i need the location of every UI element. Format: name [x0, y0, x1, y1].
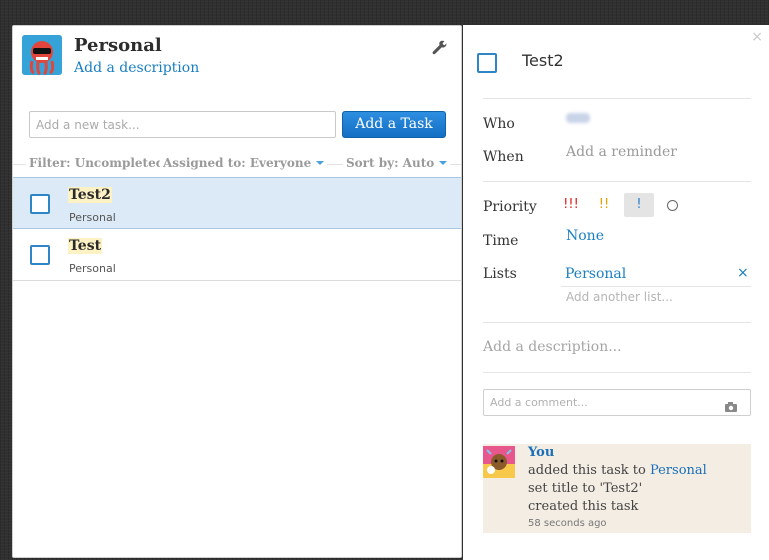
- lists-label: Lists: [483, 266, 517, 282]
- list-avatar: [22, 35, 62, 75]
- chevron-down-icon: [439, 161, 448, 165]
- assignee-value[interactable]: [566, 113, 590, 123]
- list-title: Personal: [74, 35, 162, 56]
- detail-checkbox[interactable]: [477, 53, 497, 73]
- sort-label: Sort by: Auto: [346, 156, 435, 170]
- assigned-label: Assigned to: Everyone: [163, 156, 312, 170]
- divider: [483, 98, 751, 99]
- chevron-down-icon: [316, 161, 325, 165]
- who-label: Who: [483, 116, 515, 132]
- activity-user[interactable]: You: [528, 445, 554, 460]
- time-value[interactable]: None: [566, 228, 604, 244]
- priority-none-icon[interactable]: [667, 200, 678, 211]
- divider: [561, 286, 751, 287]
- divider: [483, 181, 751, 182]
- divider: [483, 322, 751, 323]
- activity-line-added: added this task to Personal: [528, 463, 707, 478]
- task-list-panel: Personal Add a description Add a Task Fi…: [12, 25, 462, 558]
- wrench-icon[interactable]: [431, 39, 447, 55]
- new-task-input[interactable]: [29, 111, 336, 138]
- priority-medium[interactable]: !!: [593, 193, 615, 217]
- divider: [483, 372, 751, 373]
- close-icon[interactable]: ×: [751, 29, 763, 45]
- detail-title[interactable]: Test2: [522, 51, 564, 70]
- add-task-button[interactable]: Add a Task: [342, 111, 446, 138]
- task-list-name: Personal: [69, 262, 116, 275]
- activity-list-link[interactable]: Personal: [650, 463, 707, 478]
- task-title: Test2: [68, 187, 112, 203]
- avatar: [483, 446, 515, 478]
- camera-icon[interactable]: [725, 397, 737, 412]
- task-row[interactable]: Test Personal: [13, 229, 461, 281]
- comment-input[interactable]: [483, 389, 751, 416]
- activity-log: You added this task to Personal set titl…: [483, 444, 751, 533]
- task-detail-panel: × Test2 Who When Add a reminder Priority…: [463, 25, 769, 560]
- add-description-link[interactable]: Add a description: [74, 60, 199, 76]
- reminder-field[interactable]: Add a reminder: [566, 144, 677, 160]
- task-description-field[interactable]: Add a description...: [483, 339, 622, 355]
- activity-line-title: set title to 'Test2': [528, 481, 643, 496]
- task-checkbox[interactable]: [30, 245, 50, 265]
- priority-low[interactable]: !: [624, 193, 654, 217]
- task-row[interactable]: Test2 Personal: [13, 177, 461, 229]
- remove-list-icon[interactable]: ×: [737, 265, 749, 281]
- filter-bar: Filter: Uncompleted Assigned to: Everyon…: [13, 156, 461, 172]
- priority-high[interactable]: !!!: [560, 193, 582, 217]
- when-label: When: [483, 149, 524, 165]
- activity-text: added this task to: [528, 463, 650, 478]
- list-tag[interactable]: Personal: [565, 266, 626, 282]
- task-list-name: Personal: [69, 211, 116, 224]
- time-label: Time: [483, 233, 519, 249]
- add-list-field[interactable]: Add another list...: [566, 290, 673, 304]
- filter-sort[interactable]: Sort by: Auto: [343, 156, 451, 170]
- priority-label: Priority: [483, 199, 537, 215]
- task-checkbox[interactable]: [30, 194, 50, 214]
- activity-line-created: created this task: [528, 499, 639, 514]
- activity-timestamp: 58 seconds ago: [528, 518, 607, 529]
- filter-label: Filter: Uncompleted: [29, 156, 165, 170]
- filter-uncompleted[interactable]: Filter: Uncompleted: [26, 156, 168, 170]
- task-title: Test: [68, 238, 103, 254]
- filter-assigned[interactable]: Assigned to: Everyone: [160, 156, 328, 170]
